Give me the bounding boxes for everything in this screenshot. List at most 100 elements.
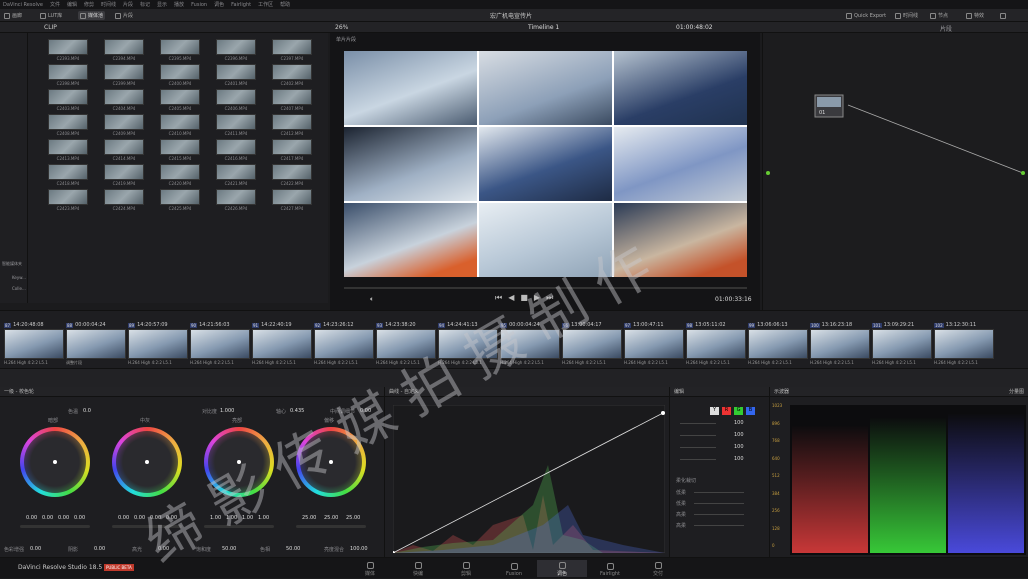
color-wheel[interactable] bbox=[204, 427, 274, 497]
wheel-value[interactable]: 0.00 bbox=[134, 515, 145, 521]
color-wheel[interactable] bbox=[20, 427, 90, 497]
channel-g-button[interactable]: G bbox=[734, 407, 743, 415]
gallery-button[interactable]: 画廊 bbox=[4, 11, 22, 20]
wheel-value[interactable]: 0.00 bbox=[26, 515, 37, 521]
channel-r-button[interactable]: R bbox=[722, 407, 731, 415]
curve-point-white[interactable] bbox=[661, 411, 665, 415]
wheel-value[interactable]: 0.00 bbox=[118, 515, 129, 521]
clip-thumbnail[interactable]: C2395.MP4 bbox=[152, 39, 208, 61]
color-wheel[interactable] bbox=[296, 427, 366, 497]
media-pool-button[interactable]: 媒体池 bbox=[78, 11, 106, 20]
clip-thumbnail[interactable]: C2405.MP4 bbox=[152, 89, 208, 111]
timeline-clip[interactable]: 93 14:23:38:20 H.264 High 4:2:2 L5.1 bbox=[376, 321, 436, 366]
menu-item[interactable]: 片段 bbox=[123, 1, 133, 8]
clip-thumbnail[interactable]: C2422.MP4 bbox=[264, 164, 320, 186]
channel-value[interactable]: 100 bbox=[734, 420, 744, 426]
transport-controls[interactable]: ⏮◀■▶⏭ bbox=[495, 293, 559, 303]
adjust-value[interactable]: 50.00 bbox=[286, 546, 300, 552]
clip-thumbnail[interactable]: C2418.MP4 bbox=[40, 164, 96, 186]
curve-graph[interactable] bbox=[393, 405, 665, 553]
timeline-clip[interactable]: 88 00:00:04:24 调整片段 bbox=[66, 321, 126, 366]
clip-thumbnail[interactable]: C2400.MP4 bbox=[152, 64, 208, 86]
clip-thumbnail[interactable]: C2407.MP4 bbox=[264, 89, 320, 111]
smart-bins-label[interactable]: 智能媒体夹 bbox=[2, 261, 22, 267]
clips-button[interactable]: 片段 bbox=[115, 11, 133, 20]
timeline-button[interactable]: 时间线 bbox=[895, 11, 918, 20]
wheel-value[interactable]: 25.00 bbox=[302, 515, 316, 521]
clip-thumbnail[interactable]: C2404.MP4 bbox=[96, 89, 152, 111]
page-tab-0[interactable]: 媒体 bbox=[345, 560, 395, 577]
menu-item[interactable]: Fairlight bbox=[231, 2, 251, 8]
wheel-value[interactable]: 0.00 bbox=[58, 515, 69, 521]
timeline-clip[interactable]: 92 14:23:26:12 H.264 High 4:2:2 L5.1 bbox=[314, 321, 374, 366]
adjust-value[interactable]: 50.00 bbox=[222, 546, 236, 552]
volume-icon[interactable]: 🔈︎ bbox=[370, 295, 374, 304]
clip-thumbnail[interactable]: C2411.MP4 bbox=[208, 114, 264, 136]
nodes-button[interactable]: 节点 bbox=[930, 11, 948, 20]
wheel-puck[interactable] bbox=[53, 460, 57, 464]
clip-thumbnail[interactable]: C2396.MP4 bbox=[208, 39, 264, 61]
timeline-clip[interactable]: 98 13:05:11:02 H.264 High 4:2:2 L5.1 bbox=[686, 321, 746, 366]
adjust-value[interactable]: 0.00 bbox=[94, 546, 105, 552]
menu-item[interactable]: DaVinci Resolve bbox=[3, 2, 43, 8]
wheel-value[interactable]: 1.00 bbox=[242, 515, 253, 521]
timeline-clip[interactable]: 95 00:00:04:24 H.264 High 4:2:2 L5.1 bbox=[500, 321, 560, 366]
adjust-value[interactable]: 100.00 bbox=[350, 546, 368, 552]
contrast-value[interactable]: 1.000 bbox=[220, 408, 234, 414]
page-tab-2[interactable]: 剪辑 bbox=[441, 560, 491, 577]
clip-thumbnail[interactable]: C2398.MP4 bbox=[40, 64, 96, 86]
adjust-value[interactable]: 0.00 bbox=[30, 546, 41, 552]
clip-thumbnail[interactable]: C2421.MP4 bbox=[208, 164, 264, 186]
clip-thumbnail[interactable]: C2394.MP4 bbox=[96, 39, 152, 61]
page-tab-6[interactable]: 交付 bbox=[633, 560, 683, 577]
effects-button[interactable]: 特效 bbox=[966, 11, 984, 20]
channel-value[interactable]: 100 bbox=[734, 432, 744, 438]
menu-item[interactable]: 时间线 bbox=[101, 1, 116, 8]
menu-item[interactable]: 调色 bbox=[214, 1, 224, 8]
scrub-bar[interactable] bbox=[344, 287, 747, 289]
timeline-clip[interactable]: 100 13:16:23:18 H.264 High 4:2:2 L5.1 bbox=[810, 321, 870, 366]
channel-slider[interactable] bbox=[680, 435, 716, 436]
clip-thumbnail[interactable]: C2419.MP4 bbox=[96, 164, 152, 186]
clip-thumbnail[interactable]: C2403.MP4 bbox=[40, 89, 96, 111]
wheel-value[interactable]: 0.00 bbox=[74, 515, 85, 521]
lut-button[interactable]: LUT库 bbox=[40, 11, 62, 20]
menu-item[interactable]: 帮助 bbox=[280, 1, 290, 8]
soft-clip-slider[interactable] bbox=[694, 514, 744, 515]
page-tab-5[interactable]: Fairlight bbox=[585, 560, 635, 577]
clip-thumbnail[interactable]: C2417.MP4 bbox=[264, 139, 320, 161]
clip-thumbnail[interactable]: C2397.MP4 bbox=[264, 39, 320, 61]
clip-filter[interactable]: 片段 bbox=[940, 24, 952, 33]
clip-thumbnail[interactable]: C2416.MP4 bbox=[208, 139, 264, 161]
zoom-level[interactable]: 26% bbox=[335, 24, 348, 31]
clip-thumbnail[interactable]: C2412.MP4 bbox=[264, 114, 320, 136]
menu-item[interactable]: 播放 bbox=[174, 1, 184, 8]
scope-mode[interactable]: 分量图 bbox=[1009, 388, 1024, 395]
channel-slider[interactable] bbox=[680, 459, 716, 460]
clip-thumbnail[interactable]: C2424.MP4 bbox=[96, 189, 152, 211]
node-input[interactable] bbox=[766, 171, 770, 175]
pivot-value[interactable]: 0.435 bbox=[290, 408, 304, 414]
clip-thumbnail[interactable]: C2402.MP4 bbox=[264, 64, 320, 86]
wheel-value[interactable]: 1.00 bbox=[210, 515, 221, 521]
wheel-master-slider[interactable] bbox=[20, 525, 90, 528]
wheel-puck[interactable] bbox=[145, 460, 149, 464]
clip-thumbnail[interactable]: C2413.MP4 bbox=[40, 139, 96, 161]
wheel-puck[interactable] bbox=[237, 460, 241, 464]
wheel-value[interactable]: 0.00 bbox=[166, 515, 177, 521]
channel-slider[interactable] bbox=[680, 423, 716, 424]
keywords-bin[interactable]: Keyw... bbox=[12, 275, 26, 280]
timeline-clip[interactable]: 96 13:00:04:17 H.264 High 4:2:2 L5.1 bbox=[562, 321, 622, 366]
wheel-master-slider[interactable] bbox=[112, 525, 182, 528]
menu-item[interactable]: 工作区 bbox=[258, 1, 273, 8]
soft-clip-slider[interactable] bbox=[694, 492, 744, 493]
clip-thumbnail[interactable]: C2427.MP4 bbox=[264, 189, 320, 211]
menu-item[interactable]: 修剪 bbox=[84, 1, 94, 8]
clip-thumbnail[interactable]: C2406.MP4 bbox=[208, 89, 264, 111]
page-tab-3[interactable]: Fusion bbox=[489, 560, 539, 577]
clip-thumbnail[interactable]: C2409.MP4 bbox=[96, 114, 152, 136]
clip-thumbnail[interactable]: C2393.MP4 bbox=[40, 39, 96, 61]
wheel-puck[interactable] bbox=[329, 460, 333, 464]
timeline-clip[interactable]: 89 14:20:57:09 H.264 High 4:2:2 L5.1 bbox=[128, 321, 188, 366]
menu-item[interactable]: 标记 bbox=[140, 1, 150, 8]
